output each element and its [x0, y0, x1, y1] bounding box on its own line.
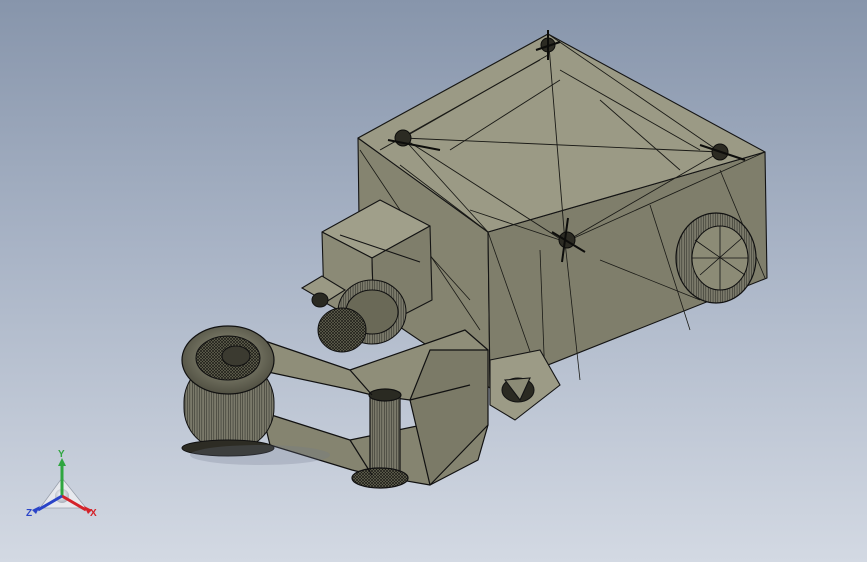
ground-shadow [190, 445, 330, 465]
x-axis-label: X [90, 508, 97, 519]
z-axis-label: Z [26, 508, 32, 519]
y-axis-label: Y [58, 449, 65, 460]
roller-wheel [181, 325, 275, 457]
axis-triad[interactable]: Y X Z [22, 448, 106, 524]
cad-viewport[interactable] [0, 0, 867, 562]
lever-arm [261, 329, 489, 489]
cable-gland [675, 212, 757, 304]
